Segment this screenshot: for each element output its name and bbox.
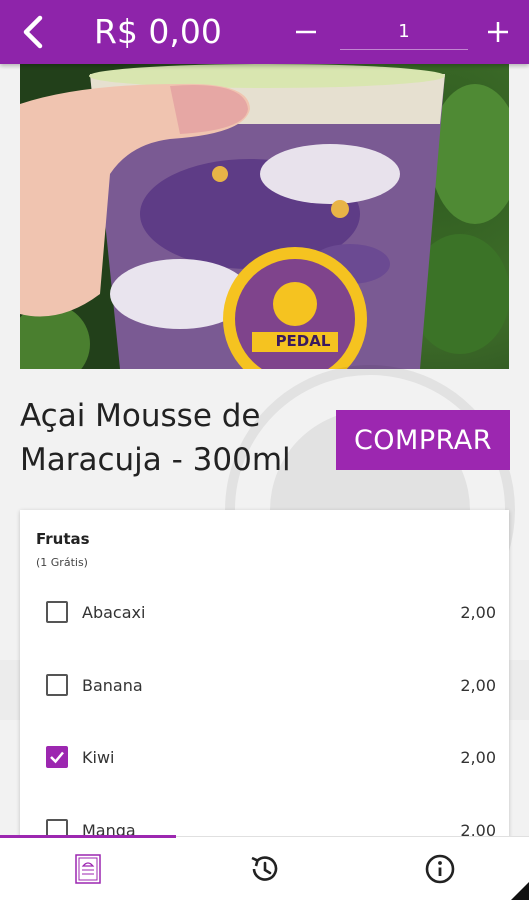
buy-button[interactable]: COMPRAR — [336, 410, 510, 470]
increase-quantity-button[interactable] — [480, 14, 516, 50]
checkbox[interactable] — [46, 601, 68, 623]
menu-book-icon — [75, 854, 101, 884]
option-item-abacaxi[interactable]: Abacaxi 2,00 — [46, 597, 496, 627]
back-button[interactable] — [18, 14, 48, 50]
info-icon — [425, 854, 455, 884]
bottom-navigation — [0, 836, 529, 900]
option-item-kiwi[interactable]: Kiwi 2,00 — [46, 742, 496, 772]
product-photo-illustration — [20, 64, 509, 369]
option-item-banana[interactable]: Banana 2,00 — [46, 670, 496, 700]
nav-item-info[interactable] — [352, 837, 528, 900]
checkbox[interactable] — [46, 674, 68, 696]
decrease-quantity-button[interactable] — [288, 14, 324, 50]
history-icon — [251, 856, 278, 881]
total-price: R$ 0,00 — [94, 12, 222, 51]
product-image: PEDAL — [20, 64, 509, 369]
nav-item-history[interactable] — [176, 837, 352, 900]
option-price: 2,00 — [460, 675, 496, 695]
option-price: 2,00 — [460, 602, 496, 622]
top-app-bar: R$ 0,00 — [0, 0, 529, 64]
chevron-left-icon — [23, 15, 43, 49]
checkbox-checked[interactable] — [46, 746, 68, 768]
options-card: Frutas (1 Grátis) Abacaxi 2,00 Banana 2,… — [20, 510, 509, 840]
active-tab-indicator — [0, 835, 176, 838]
minus-icon — [296, 30, 316, 34]
corner-mark — [511, 882, 529, 900]
option-label: Kiwi — [82, 747, 115, 767]
product-title: Açai Mousse de Maracuja - 300ml — [20, 398, 291, 478]
option-group-title: Frutas — [36, 530, 90, 548]
option-group-subtitle: (1 Grátis) — [36, 556, 88, 569]
option-label: Abacaxi — [82, 602, 146, 622]
check-icon — [50, 751, 64, 764]
option-price: 2,00 — [460, 747, 496, 767]
plus-icon — [488, 22, 508, 42]
option-label: Banana — [82, 675, 143, 695]
nav-item-menu[interactable] — [0, 837, 176, 900]
logo-text: PEDAL — [275, 332, 331, 350]
quantity-input[interactable] — [340, 14, 468, 50]
